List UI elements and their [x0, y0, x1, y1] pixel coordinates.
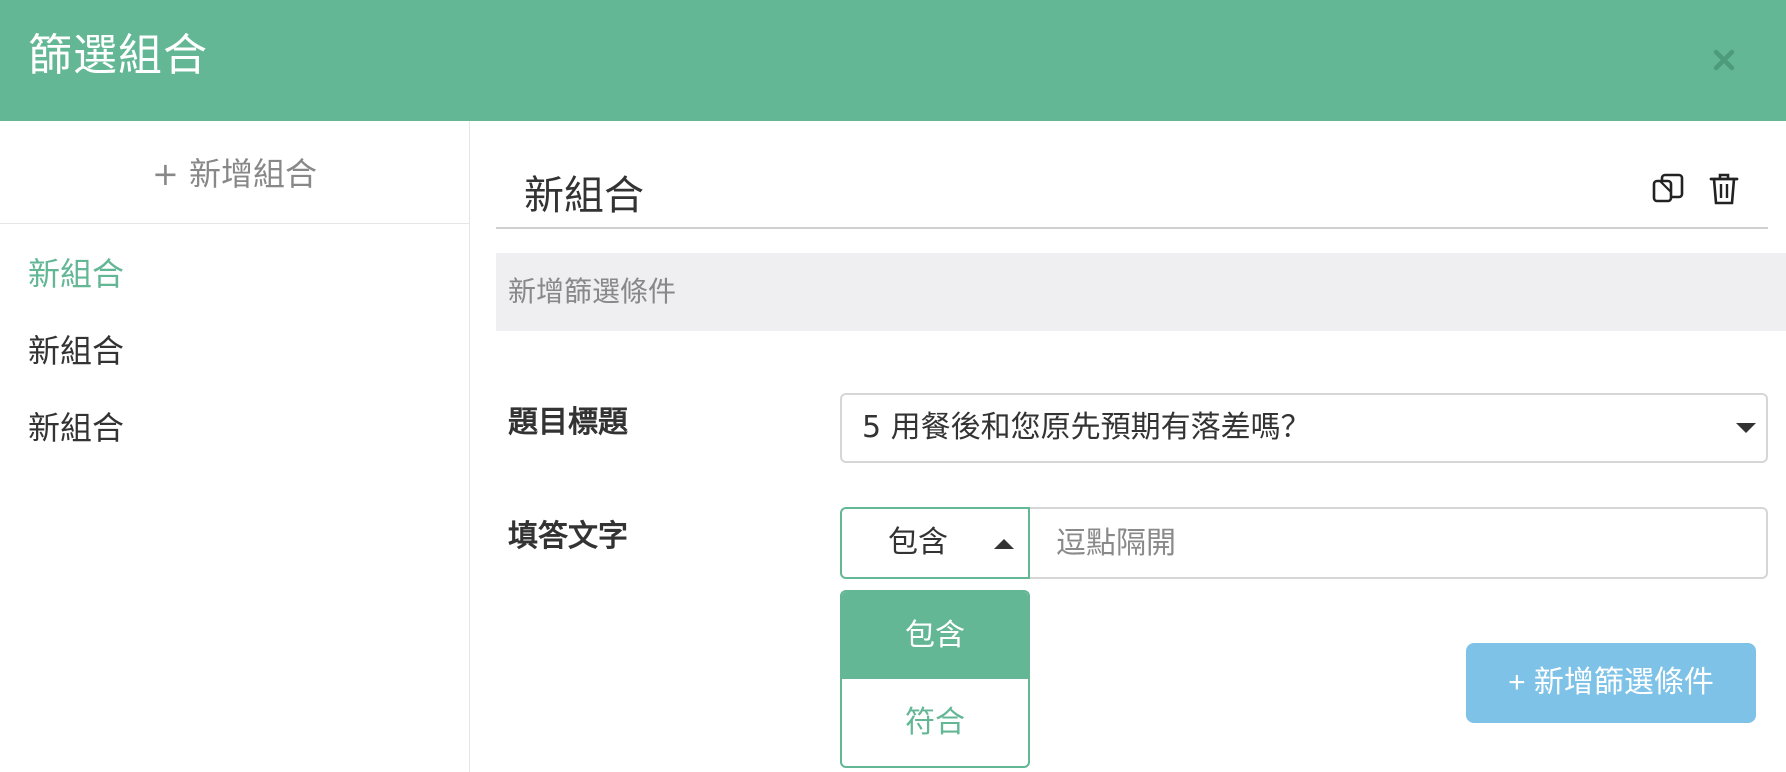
question-title-label: 題目標題: [508, 405, 628, 440]
operator-dropdown-menu: 包含 符合: [840, 590, 1030, 768]
operator-select[interactable]: 包含: [840, 507, 1030, 579]
group-item[interactable]: 新組合: [0, 313, 469, 390]
group-item[interactable]: 新組合: [0, 390, 469, 467]
modal-title: 篩選組合: [28, 30, 208, 81]
filter-combination-modal: 篩選組合 + 新增組合 新組合 新組合 新組合 新組合 新增篩選條件 題目標題 …: [0, 0, 1786, 772]
group-name-row: [496, 157, 1768, 229]
caret-up-icon: [994, 539, 1014, 549]
group-list: 新組合 新組合 新組合: [0, 224, 469, 467]
section-title-bar: 新增篩選條件: [496, 253, 1786, 331]
trash-icon: [1709, 173, 1739, 205]
operator-select-value: 包含: [888, 525, 948, 560]
operator-option-matches[interactable]: 符合: [842, 679, 1028, 766]
main-panel: 新增篩選條件 題目標題 5 用餐後和您原先預期有落差嗎？ 填答文字 包含 包含 …: [496, 121, 1786, 772]
question-select-value: 5 用餐後和您原先預期有落差嗎？: [862, 410, 1311, 445]
group-name-input[interactable]: [524, 157, 1524, 227]
close-button[interactable]: [1702, 38, 1746, 82]
modal-header: 篩選組合: [0, 0, 1786, 121]
operator-option-contains[interactable]: 包含: [842, 592, 1028, 679]
add-condition-button[interactable]: + 新增篩選條件: [1466, 643, 1756, 723]
question-select[interactable]: 5 用餐後和您原先預期有落差嗎？: [840, 393, 1768, 463]
caret-down-icon: [1736, 423, 1756, 433]
group-item[interactable]: 新組合: [0, 236, 469, 313]
sidebar: + 新增組合 新組合 新組合 新組合: [0, 121, 470, 772]
answer-text-label: 填答文字: [508, 519, 628, 554]
close-icon: [1713, 49, 1735, 71]
add-group-button[interactable]: + 新增組合: [0, 121, 469, 224]
delete-button[interactable]: [1704, 169, 1744, 209]
answer-text-input[interactable]: [1030, 507, 1768, 579]
copy-button[interactable]: [1648, 169, 1688, 209]
copy-icon: [1652, 173, 1684, 203]
